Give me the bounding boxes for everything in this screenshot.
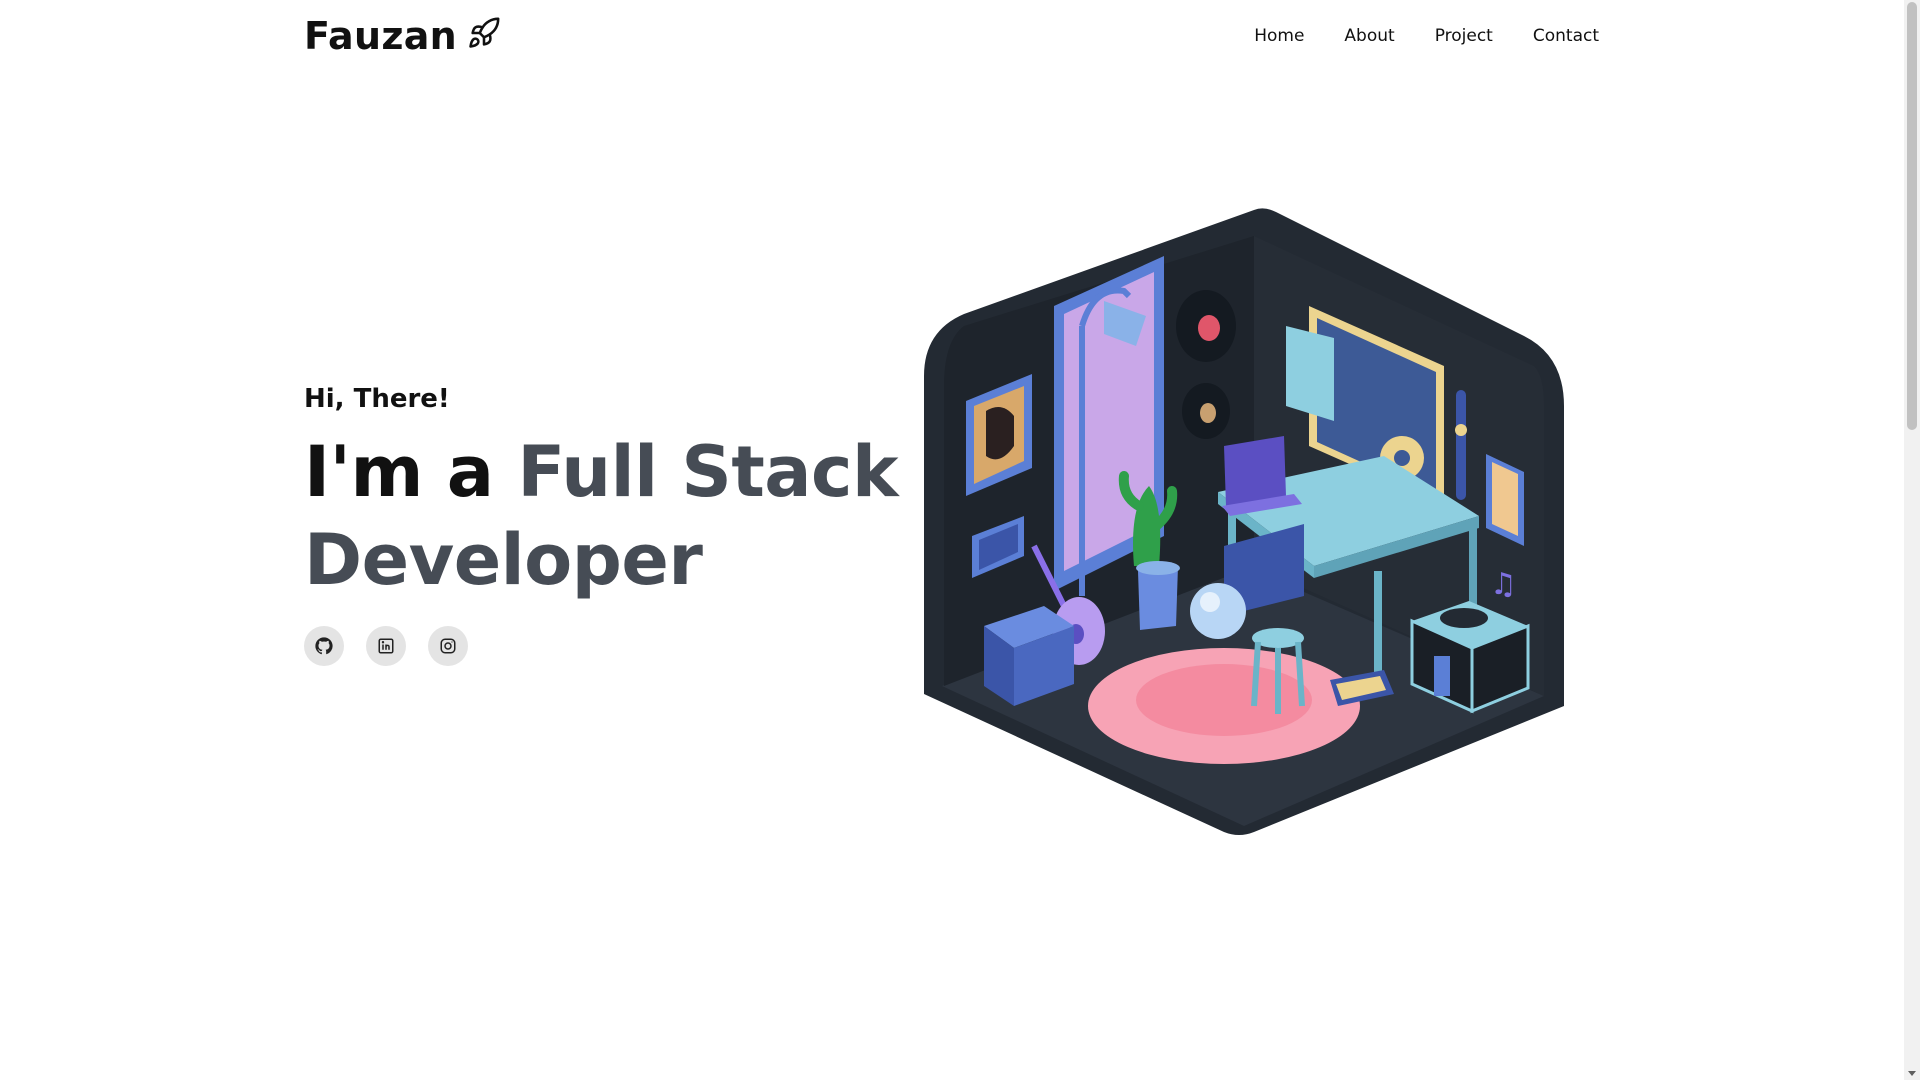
hero-intro: Hi, There! I'm a Full Stack Developer xyxy=(304,384,904,604)
brand-name: Fauzan xyxy=(304,14,458,58)
hero-headline: I'm a Full Stack Developer xyxy=(304,428,924,604)
main-nav: Home About Project Contact xyxy=(1254,26,1599,46)
site-header: Fauzan Home About Project Contact xyxy=(0,0,1904,76)
headline-lead: I'm a xyxy=(304,431,494,513)
vertical-scrollbar[interactable] xyxy=(1904,0,1920,1080)
svg-text:♫: ♫ xyxy=(1490,567,1517,602)
linkedin-button[interactable] xyxy=(366,626,406,666)
github-button[interactable] xyxy=(304,626,344,666)
github-icon xyxy=(315,637,333,655)
page: Fauzan Home About Project Contact Hi, Th… xyxy=(0,0,1920,1080)
scroll-down-arrow-icon[interactable] xyxy=(1908,1071,1916,1076)
rocket-icon xyxy=(469,17,500,48)
brand[interactable]: Fauzan xyxy=(304,14,501,58)
isometric-room-illustration: ♫ xyxy=(924,208,1564,835)
linkedin-icon xyxy=(378,638,394,654)
instagram-button[interactable] xyxy=(428,626,468,666)
social-links xyxy=(304,626,468,666)
nav-about[interactable]: About xyxy=(1344,26,1394,46)
nav-home[interactable]: Home xyxy=(1254,26,1304,46)
nav-project[interactable]: Project xyxy=(1435,26,1493,46)
nav-contact[interactable]: Contact xyxy=(1533,26,1599,46)
scrollbar-thumb[interactable] xyxy=(1907,2,1917,430)
instagram-icon xyxy=(440,638,456,654)
hero-greeting: Hi, There! xyxy=(304,384,450,414)
